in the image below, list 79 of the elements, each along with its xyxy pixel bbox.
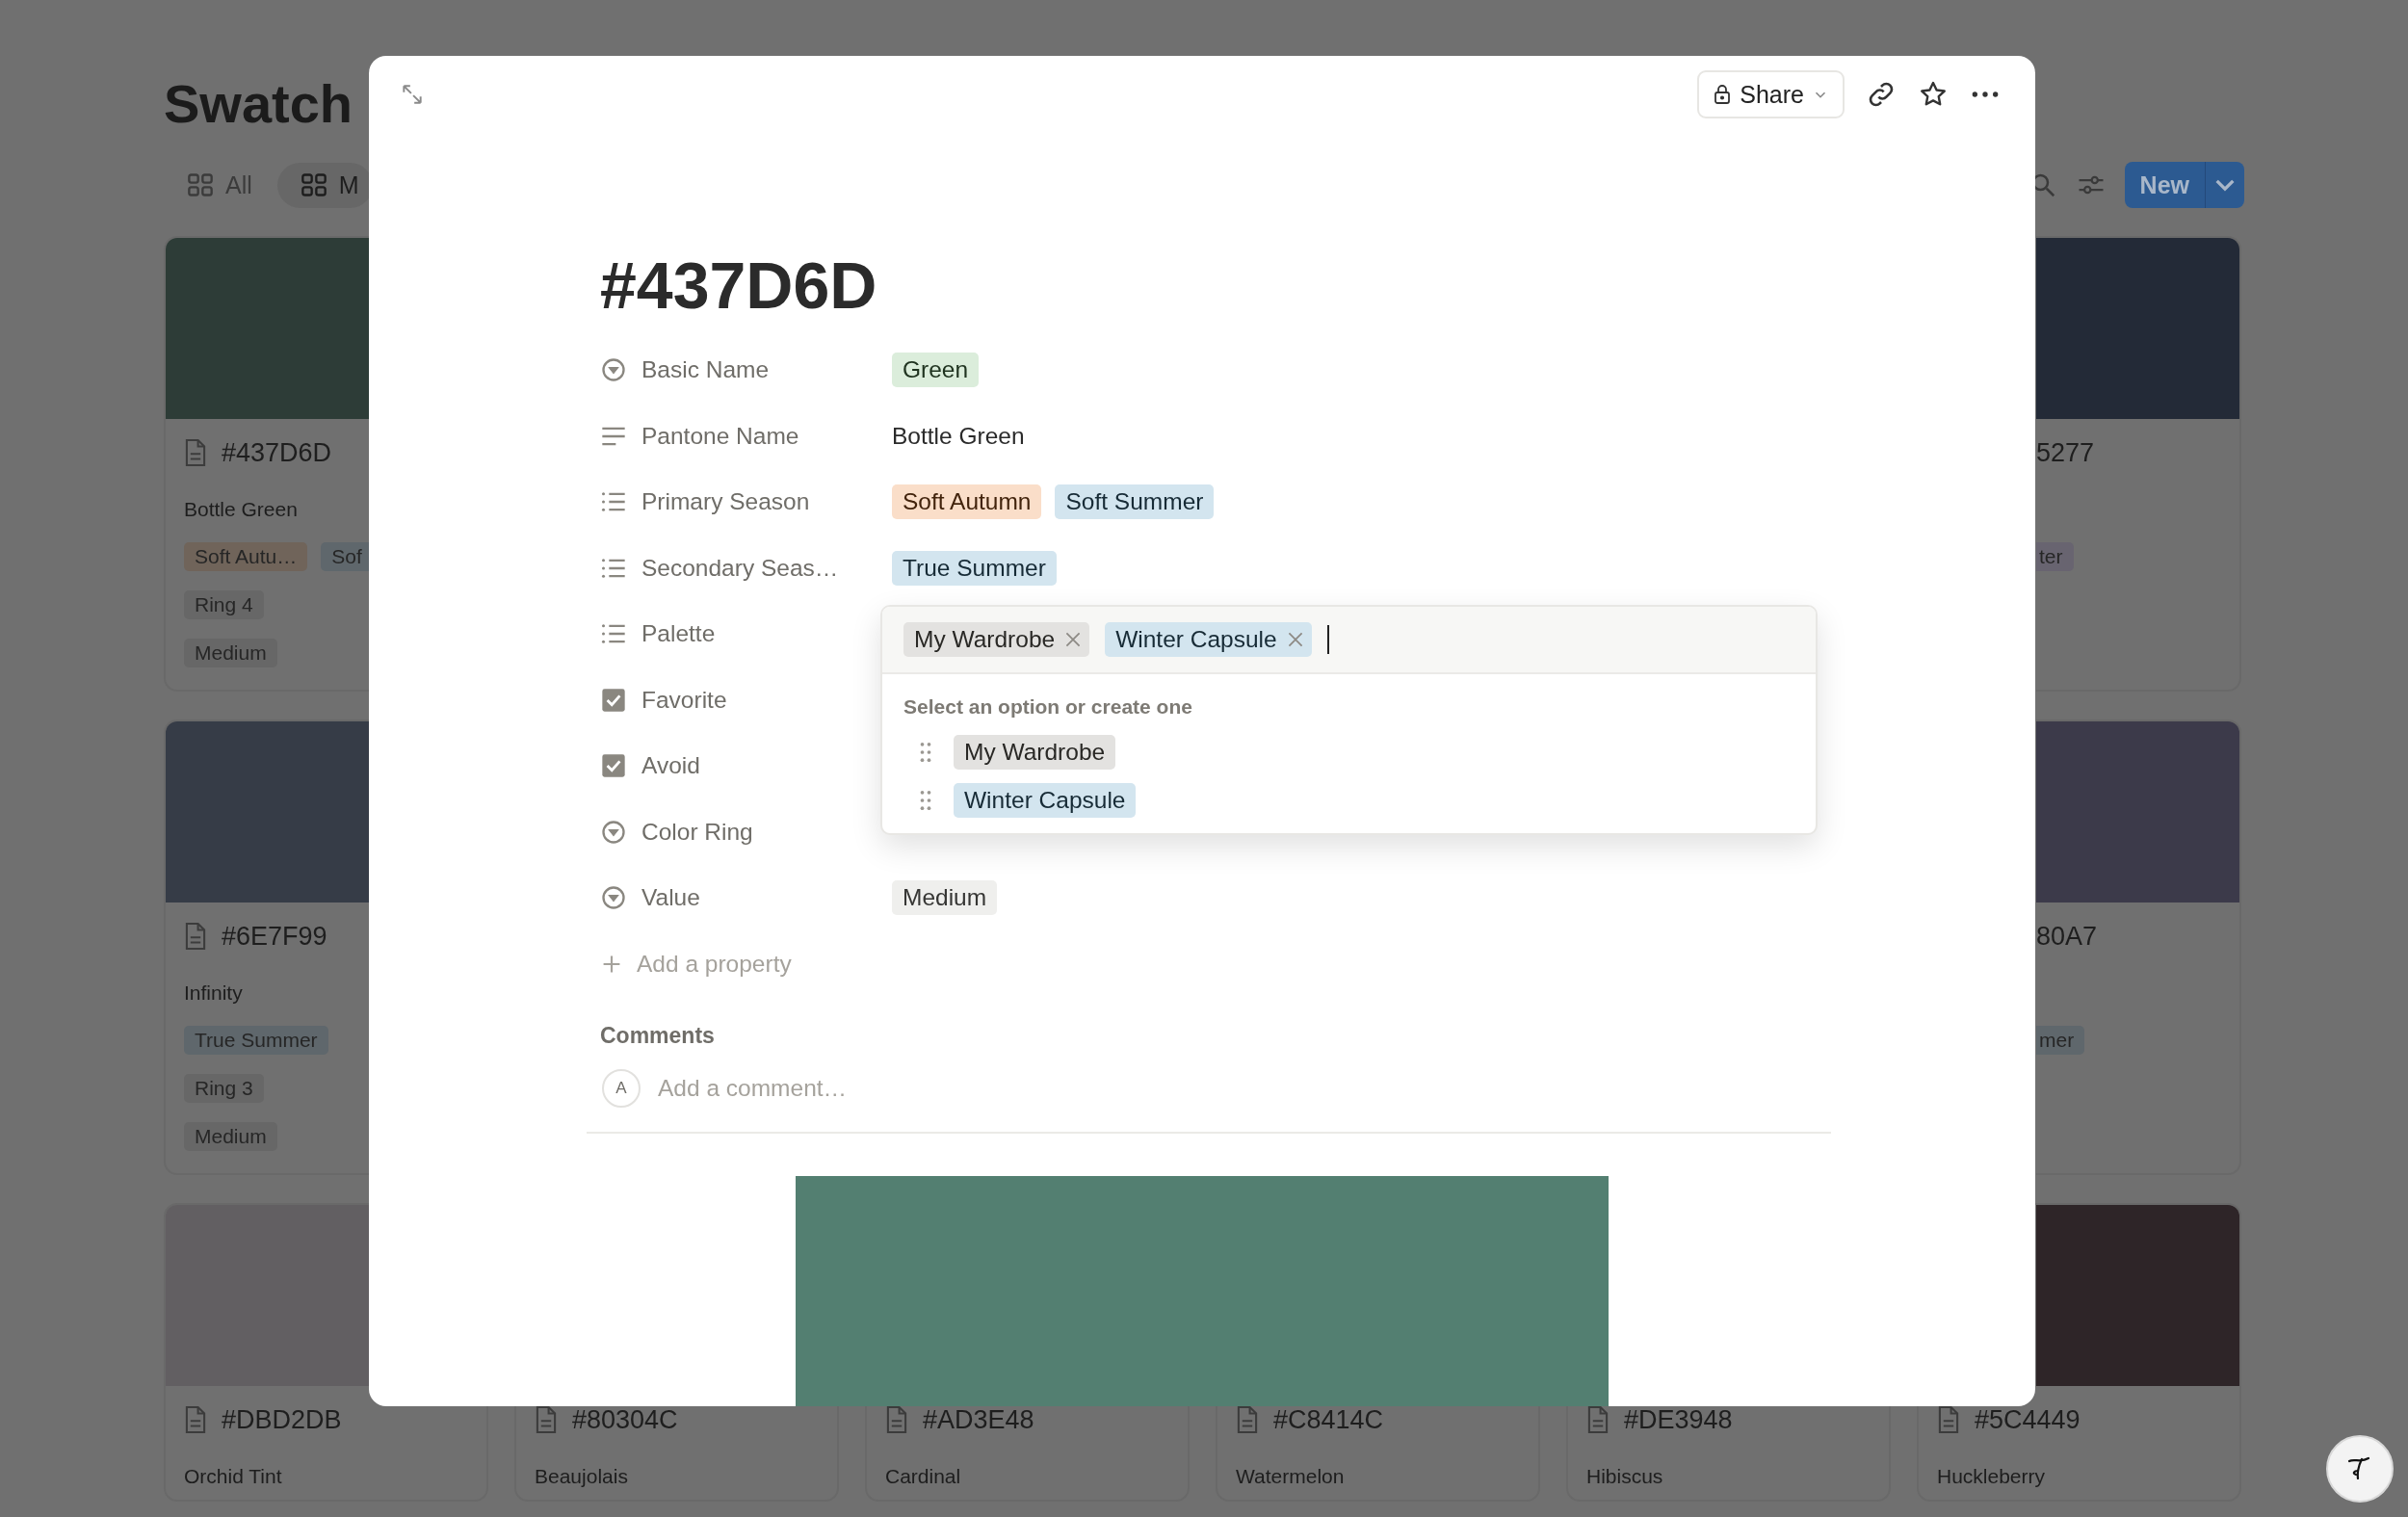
page-icon — [534, 1404, 559, 1435]
drag-handle-icon[interactable] — [919, 741, 932, 764]
property-label[interactable]: Value — [641, 884, 700, 912]
card-title: #5C4449 — [1975, 1404, 2081, 1435]
card-title: #6E7F99 — [222, 921, 327, 952]
property-label[interactable]: Palette — [641, 620, 716, 648]
card[interactable]: #6E7F99 Infinity True Summer Ring 3 Medium — [164, 719, 369, 1175]
card-title: 5277 — [2036, 437, 2095, 468]
tag: True Summer — [184, 1026, 328, 1055]
page-title: Swatch — [164, 72, 353, 136]
page-icon — [1936, 1404, 1961, 1435]
card-title: #AD3E48 — [923, 1404, 1034, 1435]
page-icon — [183, 1404, 208, 1435]
card-subtitle: Cardinal — [885, 1465, 961, 1488]
avatar: A — [602, 1069, 641, 1108]
select-icon — [600, 884, 627, 912]
card-subtitle: Watermelon — [1236, 1465, 1345, 1488]
card-subtitle: Beaujolais — [535, 1465, 628, 1488]
card[interactable]: #437D6D Bottle Green Soft Autu… Sof Ring 4 Medium — [164, 236, 369, 692]
selected-option[interactable]: Winter Capsule — [1105, 622, 1312, 657]
card-title: #80304C — [572, 1404, 678, 1435]
property-label[interactable]: Secondary Seas… — [641, 554, 839, 582]
grid-icon — [187, 171, 214, 198]
card-title: #437D6D — [222, 437, 332, 468]
property-value[interactable]: Bottle Green — [892, 422, 1025, 450]
grid-icon — [300, 171, 327, 198]
tag[interactable]: Soft Autumn — [892, 484, 1042, 520]
option[interactable]: My Wardrobe — [954, 735, 1116, 770]
card-subtitle: Bottle Green — [184, 498, 298, 521]
tag[interactable]: Soft Summer — [1055, 484, 1215, 520]
property-label[interactable]: Pantone Name — [641, 422, 799, 450]
property-label[interactable]: Primary Season — [641, 488, 810, 516]
card[interactable]: 5277 ter — [2036, 236, 2241, 692]
tag: ter — [2036, 542, 2074, 571]
card-subtitle: Infinity — [184, 981, 243, 1005]
card-title: #DBD2DB — [222, 1404, 342, 1435]
tag[interactable]: Medium — [892, 880, 998, 916]
card-title: #C8414C — [1273, 1404, 1384, 1435]
page-icon — [1585, 1404, 1610, 1435]
card[interactable]: #DBD2DB Orchid Tint — [164, 1203, 488, 1502]
card-subtitle: Orchid Tint — [184, 1465, 282, 1488]
chevron-down-icon — [2215, 179, 2235, 191]
tag: Ring 3 — [184, 1074, 264, 1103]
lock-icon — [1713, 83, 1733, 106]
share-button[interactable]: Share — [1697, 70, 1845, 118]
text-cursor — [1326, 625, 1329, 654]
tag: Medium — [184, 1122, 277, 1151]
card[interactable]: #5C4449 Huckleberry — [1917, 1203, 2241, 1502]
card[interactable]: 80A7 mer — [2036, 719, 2241, 1175]
tag: Medium — [184, 639, 277, 667]
tag: Sof — [321, 542, 369, 571]
card-title: 80A7 — [2036, 921, 2098, 952]
page-icon — [1235, 1404, 1260, 1435]
card-title: #DE3948 — [1624, 1404, 1733, 1435]
card-subtitle: Huckleberry — [1937, 1465, 2046, 1488]
property-label[interactable]: Favorite — [641, 686, 727, 714]
expand-icon[interactable] — [400, 82, 425, 107]
option[interactable]: Winter Capsule — [954, 783, 1137, 818]
tag: mer — [2036, 1026, 2085, 1055]
picker-hint: Select an option or create one — [903, 694, 1193, 719]
page-icon — [884, 1404, 909, 1435]
select-icon — [600, 356, 627, 384]
comments-heading: Comments — [600, 1022, 716, 1050]
card-subtitle: Hibiscus — [1586, 1465, 1663, 1488]
select-icon — [600, 818, 627, 846]
page-icon — [183, 437, 208, 468]
selected-option[interactable]: My Wardrobe — [903, 622, 1090, 657]
checkbox-icon — [600, 686, 627, 714]
page-icon — [183, 921, 208, 952]
tag[interactable]: Green — [892, 353, 980, 388]
property-label[interactable]: Avoid — [641, 752, 700, 780]
property-label[interactable]: Color Ring — [641, 818, 753, 846]
checkbox-icon — [600, 752, 627, 780]
tag: Soft Autu… — [184, 542, 308, 571]
tag: Ring 4 — [184, 590, 264, 619]
property-label[interactable]: Basic Name — [641, 356, 770, 384]
tag[interactable]: True Summer — [892, 550, 1057, 586]
page-heading: #437D6D — [600, 248, 878, 324]
drag-handle-icon[interactable] — [919, 789, 932, 812]
